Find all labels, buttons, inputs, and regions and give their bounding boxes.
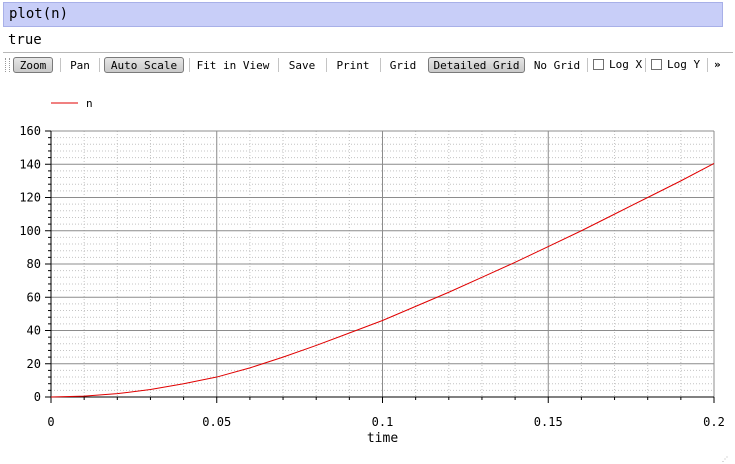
legend-label-n: n bbox=[86, 97, 93, 110]
tick-marks bbox=[45, 130, 715, 403]
legend: n bbox=[51, 97, 93, 110]
y-tick-label: 100 bbox=[19, 224, 41, 238]
x-tick-label: 0 bbox=[47, 415, 54, 429]
x-tick-label: 0.15 bbox=[534, 415, 563, 429]
x-tick-label: 0.05 bbox=[202, 415, 231, 429]
x-axis-label: time bbox=[367, 431, 398, 446]
x-tick-label: 0.2 bbox=[703, 415, 725, 429]
y-tick-label: 140 bbox=[19, 157, 41, 171]
y-tick-label: 160 bbox=[19, 124, 41, 138]
y-tick-label: 0 bbox=[34, 390, 41, 404]
resize-grip-icon[interactable]: ⋰ bbox=[722, 456, 728, 463]
y-tick-label: 20 bbox=[27, 357, 41, 371]
x-tick-label: 0.1 bbox=[372, 415, 394, 429]
y-tick-label: 40 bbox=[27, 324, 41, 338]
y-tick-label: 60 bbox=[27, 290, 41, 304]
y-tick-label: 80 bbox=[27, 257, 41, 271]
plot-canvas[interactable]: 0 0.05 0.1 0.15 0.2 0 20 40 60 80 100 120 140 160 n t… bbox=[0, 0, 735, 464]
y-tick-label: 120 bbox=[19, 191, 41, 205]
